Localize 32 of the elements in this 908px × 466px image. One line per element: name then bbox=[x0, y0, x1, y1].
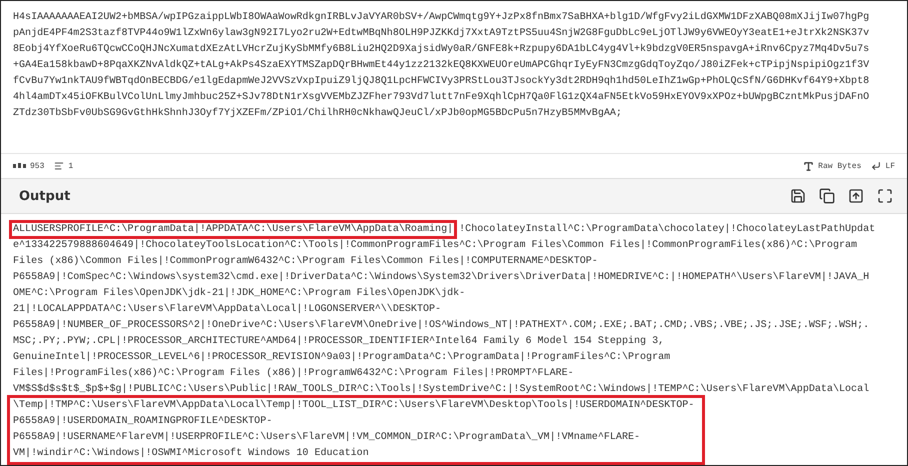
encoding-label[interactable]: Raw Bytes bbox=[818, 162, 862, 170]
input-text: ZTdz30TbSbFv0UbSG9GvGthHkShnhJ3Oyf7YjXZEFm/ZPiO1/ChilhRH0cNkhawQJeuCl/xPJb0opMG5BDcPu5n7HzyB5MMvBgAA; bbox=[13, 106, 623, 121]
length-count: 953 bbox=[30, 162, 44, 170]
output-text: VM$S$d$s$t$_$p$+$g|!PUBLIC^C:\Users\Public|!RAW_TOOLS_DIR^C:\Tools|!SystemDrive^C:|!SystemRoot^C:\Windows|!TEMP^C:\Users\FlareVM\AppData\Local bbox=[13, 384, 870, 395]
text-length-icon bbox=[13, 163, 26, 169]
input-text: H4sIAAAAAAAEAI2UW2+bMBSA/wpIPGzaippLWbI8OWAaWowRdkgnIRBLvJaVYAR0bSV+/AwpCWmqtg9Y+JzPx8fnBmx7SaBHXA+blg1D/WfgFvy2iLdGXMW1DFzXABQ08mXJijIw07hgPg bbox=[13, 10, 870, 25]
output-text: OME^C:\Program Files\OpenJDK\jdk-21|!JDK_HOME^C:\Program Files\OpenJDK\jdk- bbox=[13, 288, 466, 299]
output-text: VM|!windir^C:\Windows|!OSWMI^Microsoft Windows 10 Education bbox=[13, 448, 369, 459]
line-count: 1 bbox=[68, 162, 74, 170]
output-title: Output bbox=[19, 188, 70, 204]
output-text: P6558A9|!USERNAME^FlareVM|!USERPROFILE^C:\Users\FlareVM|!VM_COMMON_DIR^C:\ProgramData\_VM|!VMname^FLARE- bbox=[13, 432, 640, 443]
output-text: Files (x86)\Common Files|!CommonProgramW6432^C:\Program Files\Common Files|!COMPUTERNAME^DESKTOP- bbox=[13, 256, 598, 267]
output-text: \Temp|!TMP^C:\Users\FlareVM\AppData\Local\Temp|!TOOL_LIST_DIR^C:\Users\FlareVM\Desktop\Tools|!USERDOMAIN^DESKTOP- bbox=[13, 400, 694, 411]
output-text: MSC;.PY;.PYW;.CPL|!PROCESSOR_ARCHITECTURE^AMD64|!PROCESSOR_IDENTIFIER^Intel64 Family 6 Model 154 Stepping 3, bbox=[13, 336, 664, 347]
output-text: P6558A9|!NUMBER_OF_PROCESSORS^2|!OneDrive^C:\Users\FlareVM\OneDrive|!OS^Windows_NT|!PATHEXT^.COM;.EXE;.BAT;.CMD;.VBS;.VBE;.JS;.JSE;.WSF;.WSH;. bbox=[13, 320, 870, 331]
input-text: fCvBu7Yw1nkTAU9fWBTqdOnBECBDG/e1lgEdapmWeJ2VVSzVxpIpuiZ9ljQJ8Q1LpcHFWCIVy3PRStLou3TJsockYy3dt2RDH9qh1hd50LeIhZ1wGp+PhOLQcSfN/G6DHKvf64Y9+Xbpt8 bbox=[13, 74, 870, 89]
input-text: 8Eobj4YfXoeRu6TQcwCCoQHJNcXumatdXEzAtLVHcrZujKySbMMfy6B8Liu2HQ2D9XajsidWy0aR/GNFE8k+Rzpupy6DA1bLC4yg4Vl+k9bdzgV0ER5nspavgA+iRnv6Cpyz7Mq4Dv5u7s bbox=[13, 42, 870, 57]
output-text: P6558A9|!USERDOMAIN_ROAMINGPROFILE^DESKTOP- bbox=[13, 416, 272, 427]
output-text: P6558A9|!ComSpec^C:\Windows\system32\cmd.exe|!DriverData^C:\Windows\System32\Drivers\DriverData|!HOMEDRIVE^C:|!HOMEPATH^\Users\FlareVM|!JAVA_H bbox=[13, 272, 870, 283]
output-text: Files|!ProgramFiles(x86)^C:\Program Files (x86)|!ProgramW6432^C:\Program Files|!PROMPT^FLARE- bbox=[13, 368, 574, 379]
output-text: !ChocolateyInstall^C:\ProgramData\chocolatey|!ChocolateyLastPathUpdat bbox=[459, 224, 876, 235]
font-icon bbox=[803, 160, 814, 172]
input-text: 4hl4amDTx45iOFKBulVColUnLlmyJmhbuc25Z+SJv78DtN1rXsgVVEMbZJZFher793Vd7lutt7nFe9XqhlCpH7Qa0FlG1zQX4aFN5EtkVo59HxEYOV9xXPOz+bUWpgBCzntMkPusjDAFnO bbox=[13, 90, 870, 105]
copy-icon[interactable] bbox=[817, 186, 837, 206]
lines-icon bbox=[54, 161, 64, 171]
return-icon bbox=[871, 161, 882, 171]
output-text: 21|!LOCALAPPDATA^C:\Users\FlareVM\AppData\Local|!LOGONSERVER^\\DESKTOP- bbox=[13, 304, 442, 315]
input-text: pAnjdE4PF4m2S3tazf8TVP44o9W1lZxWn6ylaw3gN92I7Lyo2ru2W+EdtwMBqNh8OLH9PJZKKdj7XxtA9TztPS5uu4SnjW2G8FguDbLc9eLjOTlJW9y6VWEOyY3eatE1+eJtrXk2NSK37v bbox=[13, 26, 870, 41]
line-ending-label[interactable]: LF bbox=[885, 162, 895, 170]
output-text: GenuineIntel|!PROCESSOR_LEVEL^6|!PROCESSOR_REVISION^9a03|!ProgramData^C:\ProgramData|!ProgramFiles^C:\Program bbox=[13, 352, 670, 363]
output-text: e^133422579888604649|!ChocolateyToolsLocation^C:\Tools|!CommonProgramFiles^C:\Program Files\Common Files|!CommonProgramFiles(x86)^C:\Program bbox=[13, 240, 858, 251]
input-text: +GA4Ea158kbawD+8PqaXKZNvAldkQZ+tALg+AkPs4SzaEXYTMSZapDQrBHwmEt44y1zz2132kEQ8KXWEUOreUmAPCGhqrIyEyFN3CmzgGdqToyZqo/J80iZFek+cTPipjNspipiOgz1f3V bbox=[13, 58, 870, 73]
